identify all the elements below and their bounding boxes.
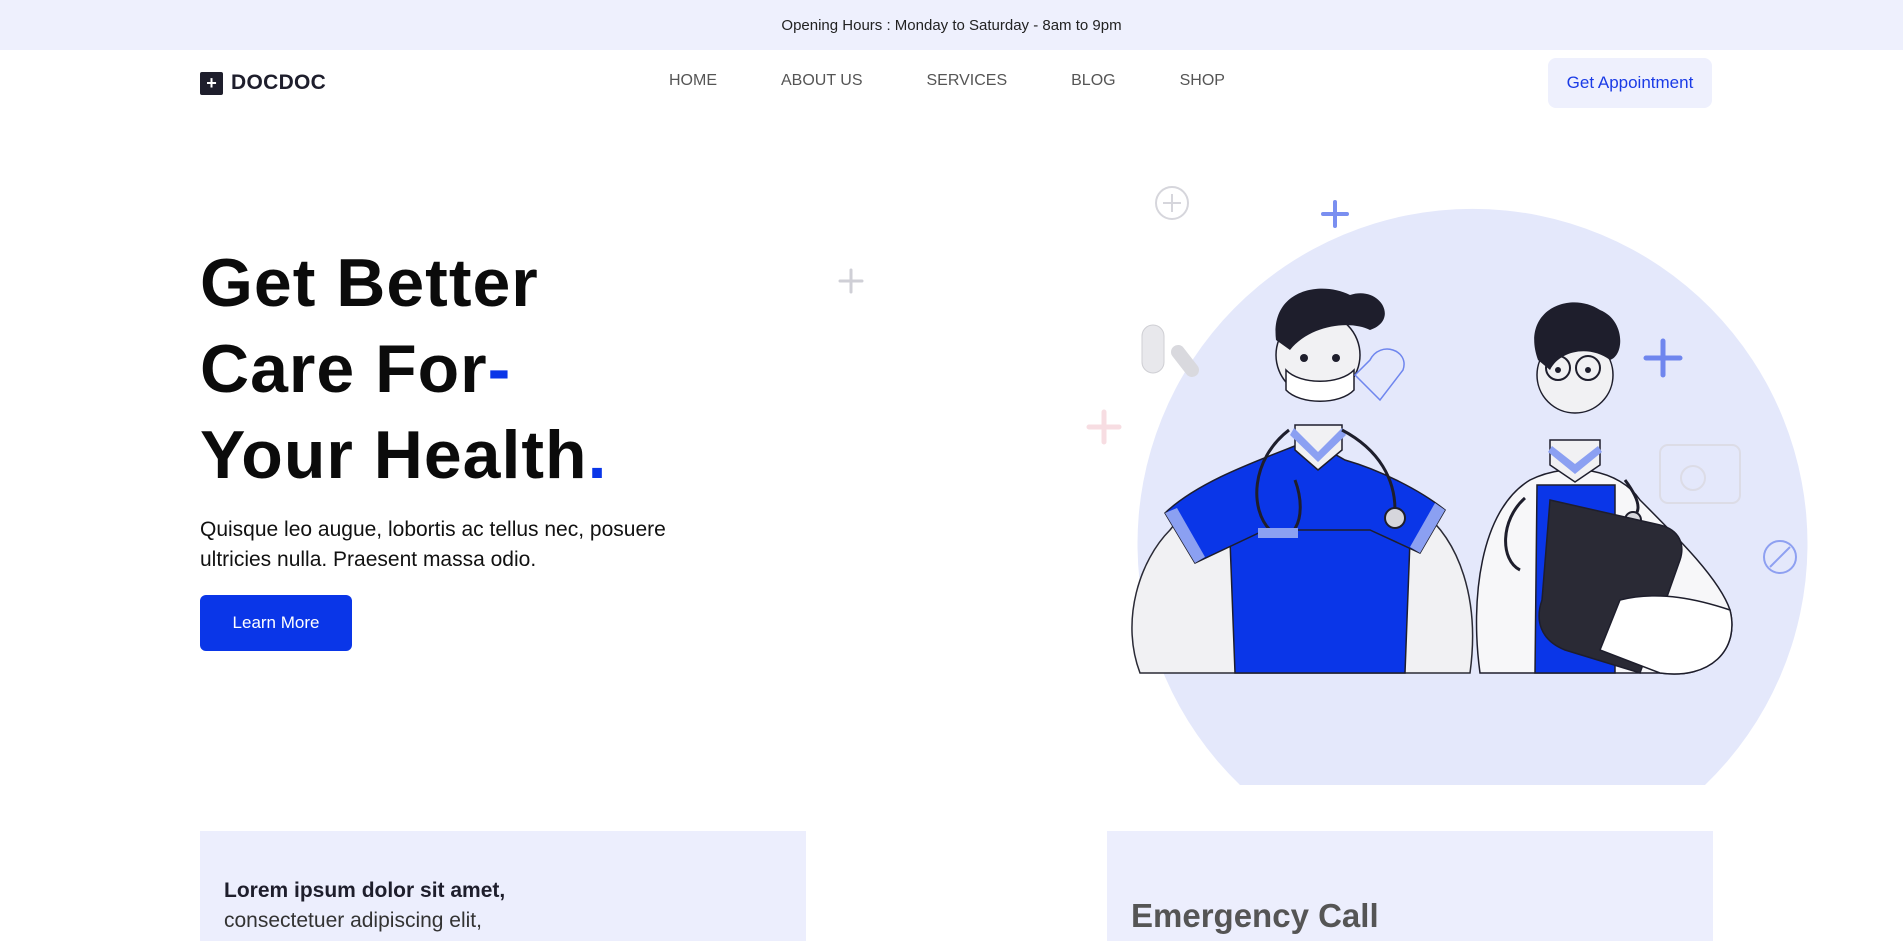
info-card-text: consectetuer adipiscing elit,	[224, 909, 482, 932]
nav-item-shop[interactable]: SHOP	[1180, 72, 1225, 90]
nav-item-about-us[interactable]: ABOUT US	[781, 72, 863, 90]
opening-hours-bar: Opening Hours : Monday to Saturday - 8am…	[0, 0, 1903, 50]
nav-menu: HOME ABOUT US SERVICES BLOG SHOP	[669, 72, 1289, 90]
nav-item-home[interactable]: HOME	[669, 72, 717, 90]
opening-hours-text: Opening Hours : Monday to Saturday - 8am…	[781, 16, 1122, 34]
hero-title-line-2-text: Care For	[200, 331, 488, 407]
emergency-call-title: Emergency Call	[1131, 897, 1379, 934]
doctors-illustration	[1086, 186, 1808, 785]
hero-title-line-1: Get Better	[200, 245, 539, 321]
hero-title-line-3-text: Your Health	[200, 417, 588, 493]
logo[interactable]: + DOCDOC	[200, 71, 326, 95]
plus-icon: +	[200, 71, 223, 95]
nav-item-blog[interactable]: BLOG	[1071, 72, 1115, 90]
hero-subtitle: Quisque leo augue, lobortis ac tellus ne…	[200, 518, 666, 571]
hero-title-line-3: Your Health.	[200, 412, 607, 498]
logo-text: DOCDOC	[231, 71, 327, 94]
main-navigation: + DOCDOC HOME ABOUT US SERVICES BLOG SHO…	[0, 50, 1903, 114]
learn-more-button[interactable]: Learn More	[200, 595, 352, 651]
emergency-call-card: Emergency Call	[1107, 831, 1713, 941]
info-card-heading: Lorem ipsum dolor sit amet,	[224, 879, 506, 902]
hero-title-dot-accent: .	[587, 417, 608, 493]
hero-title: Get Better Care For- Your Health.	[200, 240, 607, 498]
hero-title-dash-accent: -	[487, 331, 512, 407]
hero-title-line-2: Care For-	[200, 326, 607, 412]
get-appointment-button[interactable]: Get Appointment	[1548, 58, 1712, 108]
plus-decoration-icon	[838, 268, 864, 294]
nav-item-services[interactable]: SERVICES	[927, 72, 1008, 90]
info-card: Lorem ipsum dolor sit amet, consectetuer…	[200, 831, 806, 941]
